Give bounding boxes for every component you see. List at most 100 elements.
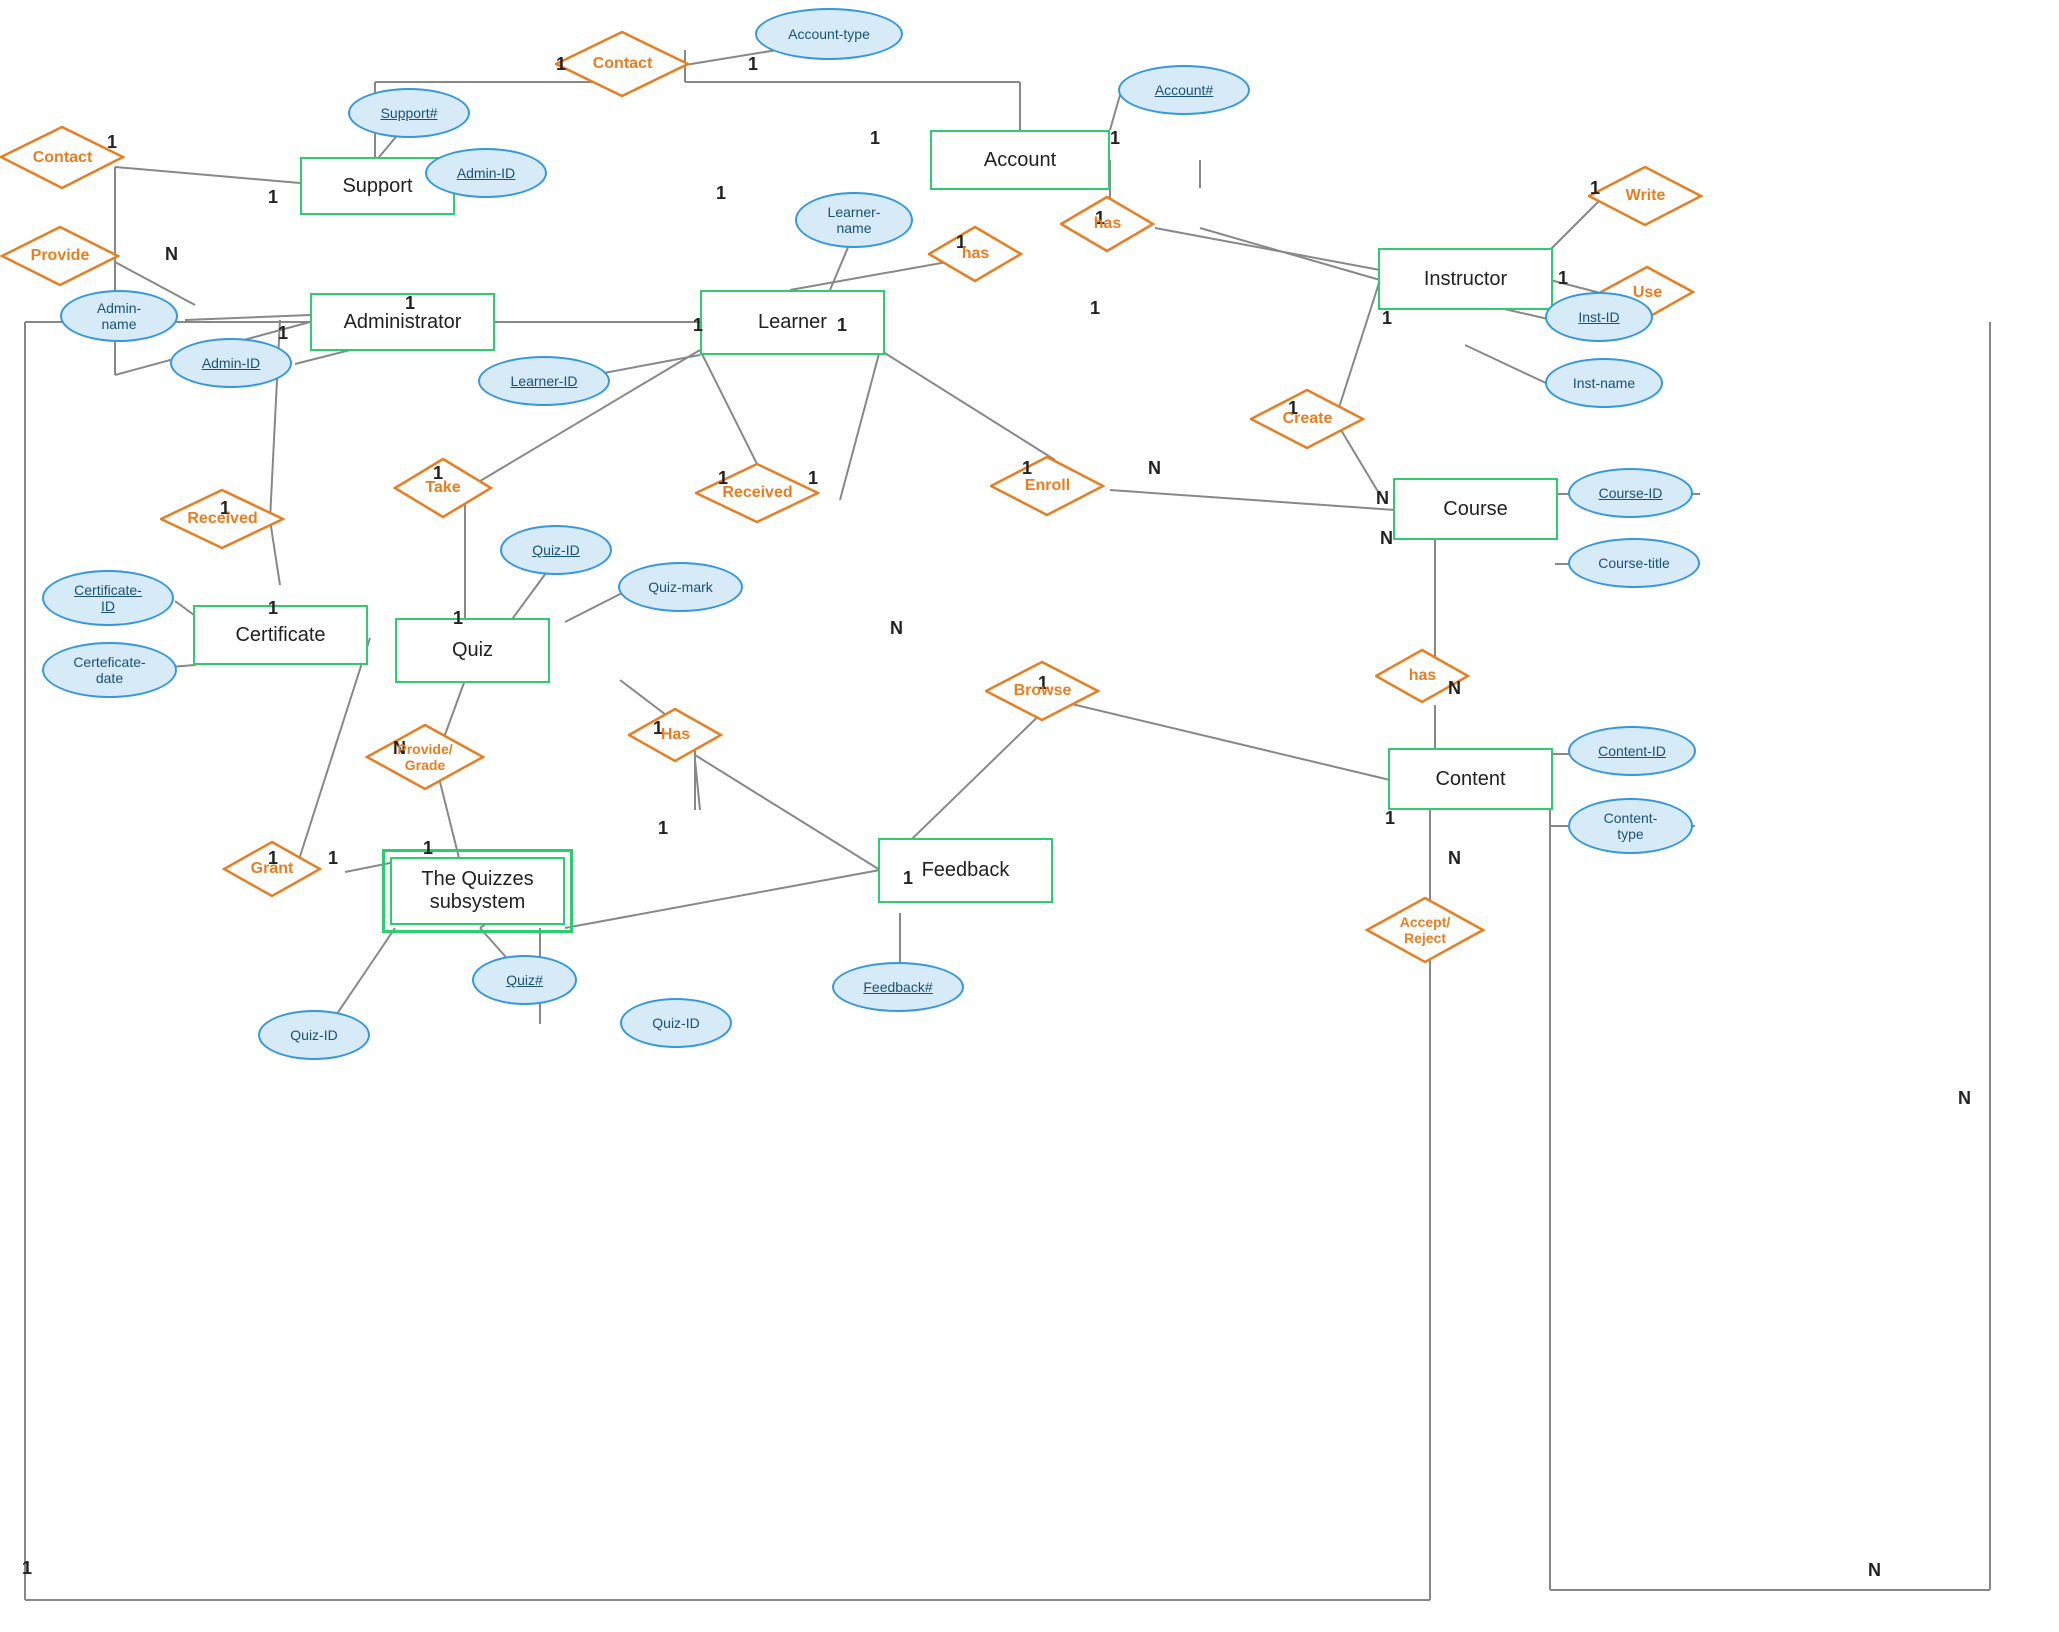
entity-quiz: Quiz bbox=[395, 618, 550, 683]
attr-account-type-label: Account-type bbox=[788, 26, 870, 42]
rel-provide: Provide bbox=[0, 225, 120, 287]
attr-course-title: Course-title bbox=[1568, 538, 1700, 588]
rel-contact-left-label: Contact bbox=[33, 149, 93, 167]
card-1-take-bot: 1 bbox=[453, 608, 463, 629]
attr-cert-id: Certificate- ID bbox=[42, 570, 174, 626]
attr-quiz-id-sub-label: Quiz-ID bbox=[290, 1027, 337, 1043]
attr-cert-date: Certeficate- date bbox=[42, 642, 177, 698]
attr-account-type: Account-type bbox=[755, 8, 903, 60]
card-1-learner-r: 1 bbox=[837, 315, 847, 336]
card-1-recv-l-bot: 1 bbox=[268, 598, 278, 619]
rel-take-label: Take bbox=[425, 479, 460, 497]
entity-administrator: Administrator bbox=[310, 293, 495, 351]
rel-enroll-label: Enroll bbox=[1025, 477, 1070, 495]
attr-learner-name: Learner- name bbox=[795, 192, 913, 248]
card-n-create: N bbox=[1376, 488, 1389, 509]
card-n-enroll: N bbox=[1148, 458, 1161, 479]
card-1-contact-right: 1 bbox=[748, 54, 758, 75]
entity-cert-label: Certificate bbox=[235, 624, 325, 647]
attr-quiz-id-bot-label: Quiz-ID bbox=[652, 1015, 699, 1031]
entity-course-label: Course bbox=[1443, 498, 1507, 521]
card-1-admin-supp: 1 bbox=[405, 293, 415, 314]
card-1-learner-name: 1 bbox=[716, 183, 726, 204]
attr-quiz-id-top-label: Quiz-ID bbox=[532, 542, 579, 558]
card-1-account-right: 1 bbox=[1110, 128, 1120, 149]
attr-course-title-label: Course-title bbox=[1598, 555, 1670, 571]
card-1-learner-l: 1 bbox=[693, 315, 703, 336]
card-n-hascontent: N bbox=[1448, 678, 1461, 699]
attr-admin-id-top: Admin-ID bbox=[425, 148, 547, 198]
attr-learner-id-label: Learner-ID bbox=[511, 373, 578, 389]
card-1-has3: 1 bbox=[1090, 298, 1100, 319]
attr-feedback-num-label: Feedback# bbox=[863, 979, 932, 995]
attr-admin-id-top-label: Admin-ID bbox=[457, 165, 515, 181]
attr-cert-date-label: Certeficate- date bbox=[73, 654, 145, 686]
card-n-hascourse: N bbox=[1380, 528, 1393, 549]
card-1-contact-left2: 1 bbox=[107, 132, 117, 153]
rel-provide-grade: Provide/ Grade bbox=[365, 723, 485, 791]
card-n-provide: N bbox=[165, 244, 178, 265]
rel-accept-label: Accept/ Reject bbox=[1400, 914, 1451, 946]
rel-write-label: Write bbox=[1626, 187, 1666, 205]
rel-create: Create bbox=[1250, 388, 1365, 450]
attr-admin-name-label: Admin- name bbox=[97, 300, 141, 332]
card-1-contact-left: 1 bbox=[556, 54, 566, 75]
entity-learner: Learner bbox=[700, 290, 885, 355]
entity-feedback-label: Feedback bbox=[922, 859, 1010, 882]
rel-provide-grade-label: Provide/ Grade bbox=[397, 741, 452, 773]
attr-learner-name-label: Learner- name bbox=[828, 204, 881, 236]
rel-contact-top-label: Contact bbox=[593, 55, 653, 73]
rel-provide-label: Provide bbox=[31, 247, 90, 265]
rel-has-acct1-label: has bbox=[962, 245, 990, 263]
card-1-pgrade: 1 bbox=[423, 838, 433, 859]
rel-enroll: Enroll bbox=[990, 455, 1105, 517]
card-1-grant-r: 1 bbox=[328, 848, 338, 869]
rel-create-label: Create bbox=[1283, 410, 1333, 428]
rel-has-course-label: has bbox=[1409, 667, 1437, 685]
card-1-feedback-browse: 1 bbox=[903, 868, 913, 889]
rel-has-quiz-label: Has bbox=[661, 726, 690, 744]
rel-has-acct2-label: has bbox=[1094, 215, 1122, 233]
attr-course-id-label: Course-ID bbox=[1599, 485, 1663, 501]
entity-quizzes-label: The Quizzes subsystem bbox=[421, 868, 533, 914]
attr-account-num: Account# bbox=[1118, 65, 1250, 115]
rel-received-right: Received bbox=[695, 462, 820, 524]
attr-content-type: Content- type bbox=[1568, 798, 1693, 854]
rel-accept-reject: Accept/ Reject bbox=[1365, 896, 1485, 964]
attr-quiz-num: Quiz# bbox=[472, 955, 577, 1005]
entity-admin-label: Administrator bbox=[344, 311, 462, 334]
attr-learner-id: Learner-ID bbox=[478, 356, 610, 406]
entity-support-label: Support bbox=[342, 175, 412, 198]
attr-admin-id-label: Admin-ID bbox=[202, 355, 260, 371]
card-n-border-bot: N bbox=[1868, 1560, 1881, 1581]
card-1-write: 1 bbox=[1590, 178, 1600, 199]
card-1-enroll: 1 bbox=[1022, 458, 1032, 479]
attr-quiz-mark-label: Quiz-mark bbox=[648, 579, 713, 595]
attr-content-id: Content-ID bbox=[1568, 726, 1696, 776]
connection-lines bbox=[0, 0, 2059, 1632]
card-1-has-quiz2: 1 bbox=[658, 818, 668, 839]
attr-quiz-num-label: Quiz# bbox=[506, 972, 543, 988]
card-1-border-left: 1 bbox=[22, 1558, 32, 1579]
er-diagram: Account Support Administrator Learner In… bbox=[0, 0, 2059, 1632]
card-1-instructor: 1 bbox=[1382, 308, 1392, 329]
rel-has-quiz: Has bbox=[628, 707, 723, 763]
rel-received-left-label: Received bbox=[187, 510, 257, 528]
rel-received-right-label: Received bbox=[722, 484, 792, 502]
attr-content-id-label: Content-ID bbox=[1598, 743, 1666, 759]
card-1-admin: 1 bbox=[278, 323, 288, 344]
rel-browse: Browse bbox=[985, 660, 1100, 722]
card-n-border-right: N bbox=[1958, 1088, 1971, 1109]
attr-cert-id-label: Certificate- ID bbox=[74, 582, 142, 614]
attr-inst-name-label: Inst-name bbox=[1573, 375, 1635, 391]
attr-support-num-label: Support# bbox=[381, 105, 438, 121]
card-1-account-left: 1 bbox=[870, 128, 880, 149]
entity-quizzes-subsystem: The Quizzes subsystem bbox=[390, 857, 565, 925]
card-n-accept: N bbox=[1448, 848, 1461, 869]
attr-inst-id-label: Inst-ID bbox=[1578, 309, 1619, 325]
card-1-use: 1 bbox=[1558, 268, 1568, 289]
attr-quiz-id-top: Quiz-ID bbox=[500, 525, 612, 575]
rel-has-acct1: has bbox=[928, 225, 1023, 283]
entity-content-label: Content bbox=[1435, 768, 1505, 791]
attr-admin-name: Admin- name bbox=[60, 290, 178, 342]
